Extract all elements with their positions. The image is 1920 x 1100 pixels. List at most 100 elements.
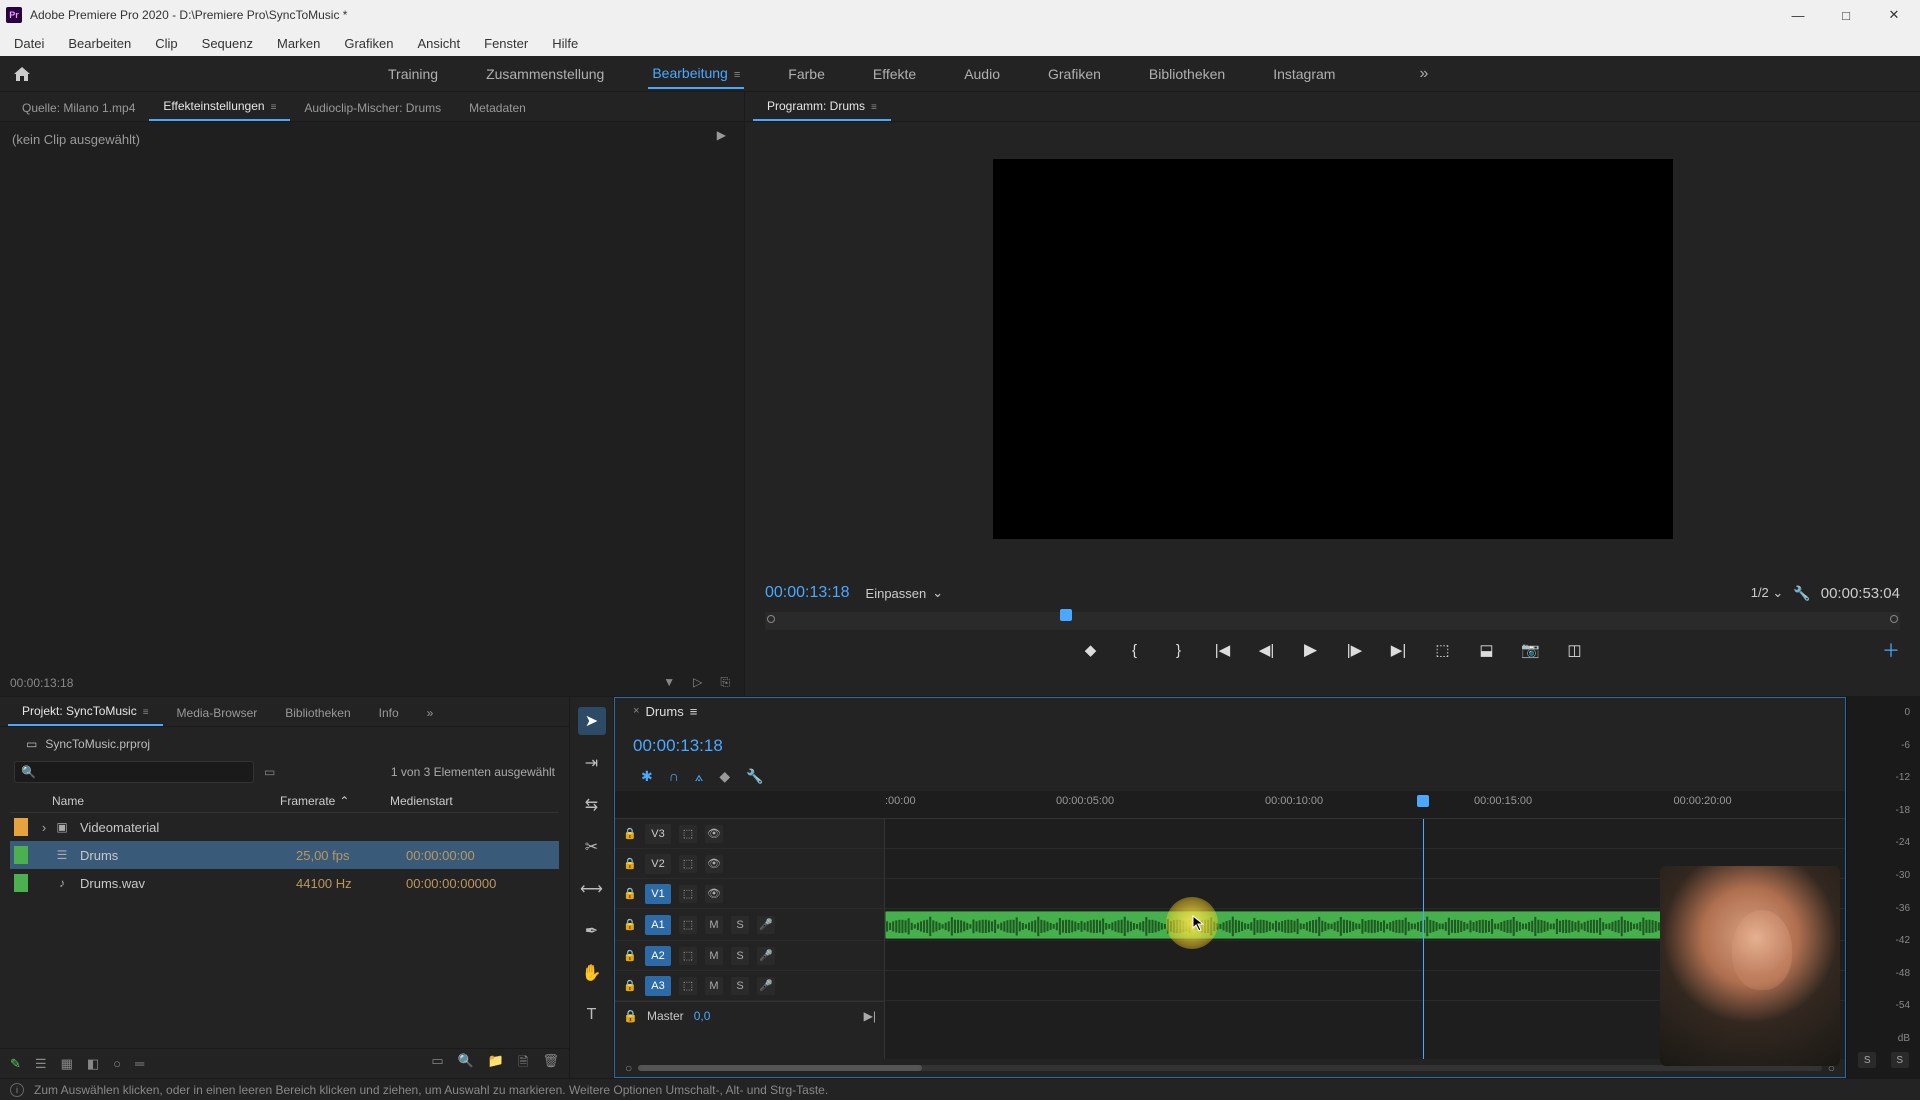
timeline-marker-icon[interactable]: ◆: [719, 768, 730, 785]
track-header-a3[interactable]: 🔒A3⬚MS🎤: [615, 971, 884, 1001]
go-to-out-button[interactable]: ▶|: [1388, 641, 1410, 659]
type-tool[interactable]: T: [578, 1001, 606, 1029]
workspace-grafiken[interactable]: Grafiken: [1044, 60, 1105, 88]
selection-tool[interactable]: ➤: [578, 707, 606, 735]
meter-solo-left[interactable]: S: [1858, 1052, 1876, 1068]
hand-tool[interactable]: ✋: [578, 959, 606, 987]
track-header-v1[interactable]: 🔒V1⬚👁: [615, 879, 884, 909]
lock-icon[interactable]: 🔒: [623, 857, 637, 870]
menu-sequenz[interactable]: Sequenz: [194, 34, 261, 53]
menu-bearbeiten[interactable]: Bearbeiten: [60, 34, 139, 53]
lock-icon[interactable]: 🔒: [623, 918, 637, 931]
lock-icon[interactable]: 🔒: [623, 979, 637, 992]
meter-solo-right[interactable]: S: [1891, 1052, 1909, 1068]
tab-info[interactable]: Info: [365, 700, 413, 726]
razor-tool[interactable]: ✂: [578, 833, 606, 861]
go-end-icon[interactable]: ▶|: [864, 1009, 876, 1023]
play-only-icon[interactable]: ▷: [693, 675, 702, 690]
lock-icon[interactable]: 🔒: [623, 887, 637, 900]
zoom-start-handle[interactable]: ○: [625, 1061, 632, 1075]
workspace-bibliotheken[interactable]: Bibliotheken: [1145, 60, 1229, 88]
timeline-ruler[interactable]: :00:00 00:00:05:00 00:00:10:00 00:00:15:…: [615, 791, 1845, 819]
mark-in-button[interactable]: {: [1124, 642, 1146, 659]
toggle-sync-icon[interactable]: ⬚: [679, 977, 697, 995]
workspace-menu-icon[interactable]: ≡: [734, 69, 740, 81]
lock-icon[interactable]: 🔒: [623, 949, 637, 962]
export-frame-icon[interactable]: ⎘: [720, 675, 730, 690]
add-marker-button[interactable]: ◆: [1080, 641, 1102, 659]
solo-icon[interactable]: S: [731, 916, 749, 934]
timeline-tab-drums[interactable]: ×Drums≡: [623, 700, 707, 723]
project-filter-icon[interactable]: ▭: [264, 765, 275, 779]
mute-icon[interactable]: M: [705, 977, 723, 995]
step-back-button[interactable]: ◀|: [1256, 641, 1278, 659]
program-scrub-bar[interactable]: [765, 612, 1900, 630]
tab-menu-icon[interactable]: ≡: [271, 102, 277, 113]
track-lane-v3[interactable]: [885, 819, 1845, 849]
voice-over-icon[interactable]: 🎤: [757, 977, 775, 995]
track-header-v3[interactable]: 🔒V3⬚👁: [615, 819, 884, 849]
source-timecode[interactable]: 00:00:13:18: [10, 676, 73, 690]
menu-grafiken[interactable]: Grafiken: [336, 34, 401, 53]
timeline-playhead-line[interactable]: [1423, 819, 1424, 1059]
tab-media-browser[interactable]: Media-Browser: [163, 700, 272, 726]
program-timecode-in[interactable]: 00:00:13:18: [765, 584, 850, 602]
label-chip[interactable]: [14, 874, 28, 892]
icon-view-icon[interactable]: ▦: [61, 1056, 73, 1072]
column-medienstart[interactable]: Medienstart: [390, 794, 559, 808]
column-framerate[interactable]: Framerate⌃: [280, 794, 390, 808]
thumbnail-slider-icon[interactable]: ◧: [87, 1056, 99, 1072]
toggle-output-icon[interactable]: 👁: [705, 825, 723, 843]
list-view-icon[interactable]: ☰: [35, 1056, 47, 1072]
track-header-a1[interactable]: 🔒A1⬚MS🎤: [615, 909, 884, 941]
comparison-view-button[interactable]: ◫: [1564, 641, 1586, 659]
workspace-zusammenstellung[interactable]: Zusammenstellung: [482, 60, 608, 88]
toggle-sync-icon[interactable]: ⬚: [679, 947, 697, 965]
tab-menu-icon[interactable]: ≡: [871, 102, 877, 113]
track-label[interactable]: A2: [645, 946, 671, 966]
toggle-output-icon[interactable]: 👁: [705, 855, 723, 873]
solo-icon[interactable]: S: [731, 947, 749, 965]
lock-icon[interactable]: 🔒: [623, 827, 637, 840]
tab-bibliotheken[interactable]: Bibliotheken: [271, 700, 364, 726]
track-select-tool[interactable]: ⇥: [578, 749, 606, 777]
project-row-videomaterial[interactable]: › ▣Videomaterial: [10, 813, 559, 841]
mute-icon[interactable]: M: [705, 947, 723, 965]
voice-over-icon[interactable]: 🎤: [757, 916, 775, 934]
toggle-sync-icon[interactable]: ⬚: [679, 885, 697, 903]
close-tab-icon[interactable]: ×: [633, 705, 639, 717]
column-name[interactable]: Name: [10, 794, 280, 808]
tab-effekteinstellungen[interactable]: Effekteinstellungen≡: [149, 93, 290, 121]
new-item-icon[interactable]: 🗎: [518, 1053, 528, 1075]
scrub-start-dot[interactable]: [767, 615, 775, 623]
menu-hilfe[interactable]: Hilfe: [544, 34, 586, 53]
toggle-sync-icon[interactable]: ⬚: [679, 825, 697, 843]
zoom-handle[interactable]: [638, 1065, 922, 1071]
project-search-input[interactable]: 🔍: [14, 761, 254, 783]
tab-programm[interactable]: Programm: Drums≡: [753, 93, 891, 121]
add-marker-icon[interactable]: ⟑: [695, 768, 704, 785]
home-button[interactable]: [0, 56, 44, 92]
automate-icon[interactable]: ═: [135, 1056, 144, 1071]
play-button[interactable]: ▶: [1300, 640, 1322, 660]
filter-icon[interactable]: ▼: [663, 675, 675, 690]
sort-icon[interactable]: ○: [113, 1056, 121, 1071]
project-row-drums-sequence[interactable]: ☰Drums 25,00 fps 00:00:00:00: [10, 841, 559, 869]
settings-wrench-icon[interactable]: 🔧: [1793, 585, 1810, 602]
close-button[interactable]: ✕: [1882, 3, 1906, 27]
timeline-settings-icon[interactable]: 🔧: [746, 768, 763, 785]
program-playhead[interactable]: [1060, 609, 1072, 621]
expand-toggle[interactable]: ›: [36, 820, 52, 835]
menu-fenster[interactable]: Fenster: [476, 34, 536, 53]
track-label[interactable]: V2: [645, 854, 671, 874]
step-forward-button[interactable]: |▶: [1344, 641, 1366, 659]
new-bin-icon[interactable]: 📁: [488, 1053, 504, 1075]
toggle-sync-icon[interactable]: ⬚: [679, 916, 697, 934]
voice-over-icon[interactable]: 🎤: [757, 947, 775, 965]
slip-tool[interactable]: ⟷: [578, 875, 606, 903]
menu-clip[interactable]: Clip: [147, 34, 185, 53]
program-scale-dropdown[interactable]: 1/2 ⌄: [1751, 585, 1784, 601]
timeline-playhead-marker[interactable]: [1417, 795, 1429, 807]
timeline-timecode[interactable]: 00:00:13:18: [633, 736, 723, 756]
workspace-audio[interactable]: Audio: [960, 60, 1004, 88]
